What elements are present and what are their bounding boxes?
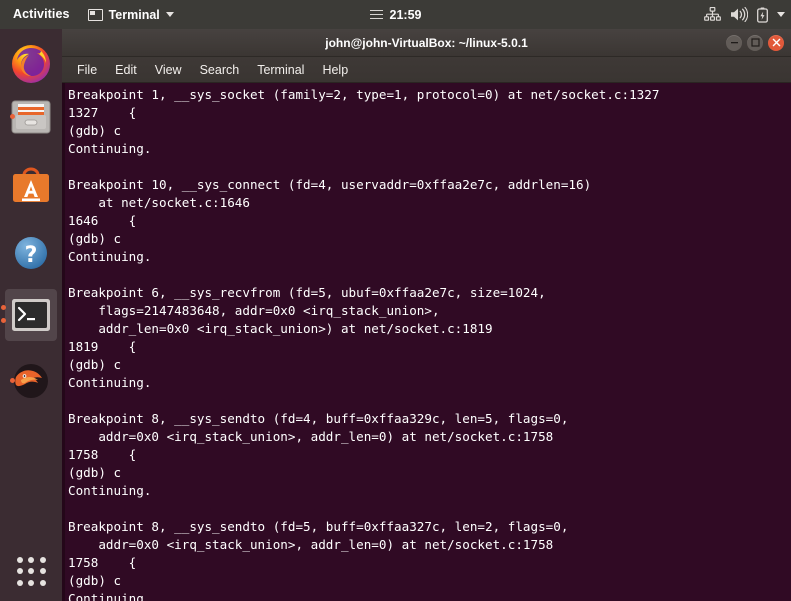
menu-search[interactable]: Search <box>200 63 240 77</box>
menu-view[interactable]: View <box>155 63 182 77</box>
dock-item-software[interactable] <box>9 163 53 207</box>
terminal-left-edge <box>62 83 65 601</box>
close-icon <box>772 38 780 47</box>
terminal-output-area[interactable]: Breakpoint 1, __sys_socket (family=2, ty… <box>62 83 791 601</box>
hamburger-menu-icon[interactable] <box>369 9 383 20</box>
grid-dot <box>17 568 23 575</box>
grid-dot <box>17 579 23 586</box>
grid-dot <box>39 557 46 563</box>
minimize-button[interactable] <box>726 34 742 51</box>
chevron-down-icon <box>165 12 174 17</box>
network-icon[interactable] <box>704 7 721 22</box>
app-menu-label: Terminal <box>108 7 160 22</box>
grid-dot <box>17 557 23 563</box>
dock-item-help[interactable]: ? <box>9 231 53 275</box>
grid-dot <box>39 579 46 586</box>
activities-button[interactable]: Activities <box>0 0 80 29</box>
terminal-app-icon <box>87 8 103 21</box>
grid-dot <box>39 568 46 575</box>
window-title: john@john-VirtualBox: ~/linux-5.0.1 <box>325 35 528 50</box>
grid-dot <box>28 568 35 575</box>
files-icon <box>11 100 51 134</box>
terminal-text: Breakpoint 1, __sys_socket (family=2, ty… <box>68 87 660 601</box>
menu-edit[interactable]: Edit <box>115 63 137 77</box>
ubuntu-software-icon <box>13 167 49 202</box>
thunderbird-icon <box>14 364 48 398</box>
dock-item-thunderbird[interactable] <box>9 359 53 403</box>
dock-item-files[interactable] <box>9 95 53 139</box>
desktop-screen: Activities Terminal 21:59 ? john@john-Vi… <box>0 0 791 601</box>
maximize-icon <box>750 38 760 47</box>
menu-terminal[interactable]: Terminal <box>257 63 304 77</box>
show-applications-button[interactable] <box>17 557 47 587</box>
terminal-icon <box>12 299 50 331</box>
grid-dot <box>28 557 35 563</box>
minimize-icon <box>730 42 738 44</box>
grid-dot <box>28 579 35 586</box>
volume-icon[interactable] <box>730 7 748 22</box>
clock-label: 21:59 <box>389 7 422 22</box>
system-status-area[interactable] <box>704 0 785 29</box>
terminal-menubar: File Edit View Search Terminal Help <box>62 57 791 83</box>
close-button[interactable] <box>768 34 784 51</box>
favorites-dock: ? <box>0 29 62 601</box>
firefox-icon <box>12 45 50 83</box>
dock-item-terminal[interactable] <box>1 289 57 341</box>
activities-label: Activities <box>13 7 70 21</box>
app-menu-button[interactable]: Terminal <box>80 8 182 22</box>
terminal-window: john@john-VirtualBox: ~/linux-5.0.1 File… <box>62 29 791 601</box>
battery-icon[interactable] <box>757 7 768 23</box>
help-icon: ? <box>15 237 47 269</box>
svg-text:?: ? <box>25 243 38 268</box>
dock-item-firefox[interactable] <box>9 41 53 85</box>
chevron-down-icon[interactable] <box>777 12 785 17</box>
window-titlebar[interactable]: john@john-VirtualBox: ~/linux-5.0.1 <box>62 29 791 57</box>
window-controls <box>726 29 784 56</box>
gnome-top-bar: Activities Terminal 21:59 <box>0 0 791 29</box>
menu-help[interactable]: Help <box>322 63 348 77</box>
maximize-button[interactable] <box>747 34 763 51</box>
menu-file[interactable]: File <box>77 63 97 77</box>
